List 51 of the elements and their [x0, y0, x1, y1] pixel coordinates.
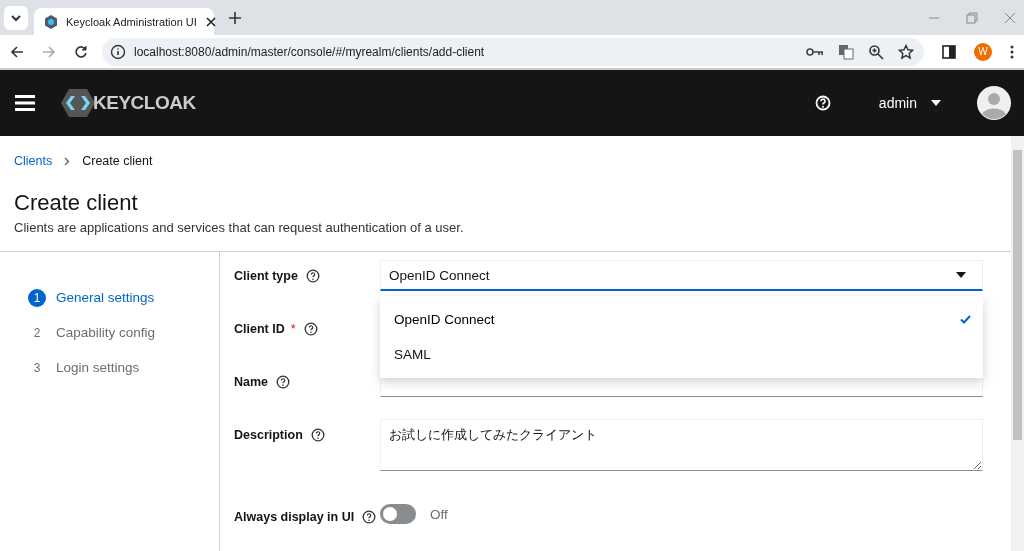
- menu-icon[interactable]: [15, 95, 35, 111]
- close-icon[interactable]: [204, 15, 217, 28]
- side-panel-icon[interactable]: [942, 44, 956, 59]
- field-label: Name: [234, 375, 269, 389]
- back-icon[interactable]: [10, 44, 24, 59]
- wizard-step[interactable]: 1 General settings: [28, 280, 155, 315]
- tab-title: Keycloak Administration UI: [66, 15, 197, 28]
- help-icon[interactable]: [362, 510, 377, 524]
- page-title: Create client: [14, 190, 139, 216]
- help-icon[interactable]: [310, 428, 325, 442]
- url-text: localhost:8080/admin/master/console/#/myrealm/clients/add-client: [134, 44, 485, 59]
- info-icon[interactable]: [110, 43, 126, 60]
- select-field[interactable]: OpenID Connect: [380, 260, 983, 291]
- switch-label: Off: [430, 506, 448, 522]
- user-menu[interactable]: admin: [878, 95, 941, 111]
- chevron-icon: [64, 156, 71, 166]
- browser-tab[interactable]: Keycloak Administration UI: [34, 8, 214, 35]
- caret-icon: [931, 100, 941, 106]
- breadcrumb-link[interactable]: Clients: [14, 154, 53, 168]
- avatar-icon[interactable]: [977, 86, 1011, 120]
- required-mark: *: [290, 322, 296, 336]
- help-icon[interactable]: [303, 322, 318, 336]
- toggle-switch[interactable]: [380, 504, 416, 524]
- key-icon[interactable]: [806, 45, 824, 58]
- logo-text: KEYCLOAK: [93, 92, 196, 114]
- wizard-step[interactable]: 3 Login settings: [28, 350, 140, 385]
- page-description: Clients are applications and services that can request authentication of a user.: [14, 220, 465, 235]
- caret-icon: [956, 272, 966, 278]
- wizard-step[interactable]: 2 Capability config: [28, 315, 156, 350]
- reload-icon[interactable]: [74, 44, 88, 59]
- zoom-icon[interactable]: [868, 43, 884, 60]
- field-label: Client type: [234, 269, 298, 283]
- address-bar[interactable]: localhost:8080/admin/master/console/#/myrealm/clients/add-client: [102, 37, 924, 66]
- menu-item[interactable]: SAML: [380, 337, 983, 372]
- field-label: Description: [234, 428, 303, 442]
- favicon-icon: [44, 14, 58, 29]
- help-icon[interactable]: [276, 375, 291, 389]
- scrollbar[interactable]: [1011, 136, 1024, 551]
- translate-icon[interactable]: [838, 43, 854, 60]
- description-field[interactable]: お試しに作成してみたクライアント: [380, 419, 983, 471]
- check-icon: [960, 315, 971, 324]
- tab-search-icon[interactable]: [4, 5, 28, 30]
- logo-icon: [61, 88, 95, 118]
- breadcrumb-current: Create client: [82, 154, 153, 168]
- help-icon[interactable]: [305, 269, 320, 283]
- field-label: Client ID: [234, 322, 285, 336]
- new-tab-icon[interactable]: [228, 10, 242, 25]
- menu-item[interactable]: OpenID Connect: [380, 302, 983, 337]
- field-label: Always display in UI: [234, 510, 355, 524]
- more-icon[interactable]: [1010, 44, 1014, 59]
- star-icon[interactable]: [898, 43, 914, 60]
